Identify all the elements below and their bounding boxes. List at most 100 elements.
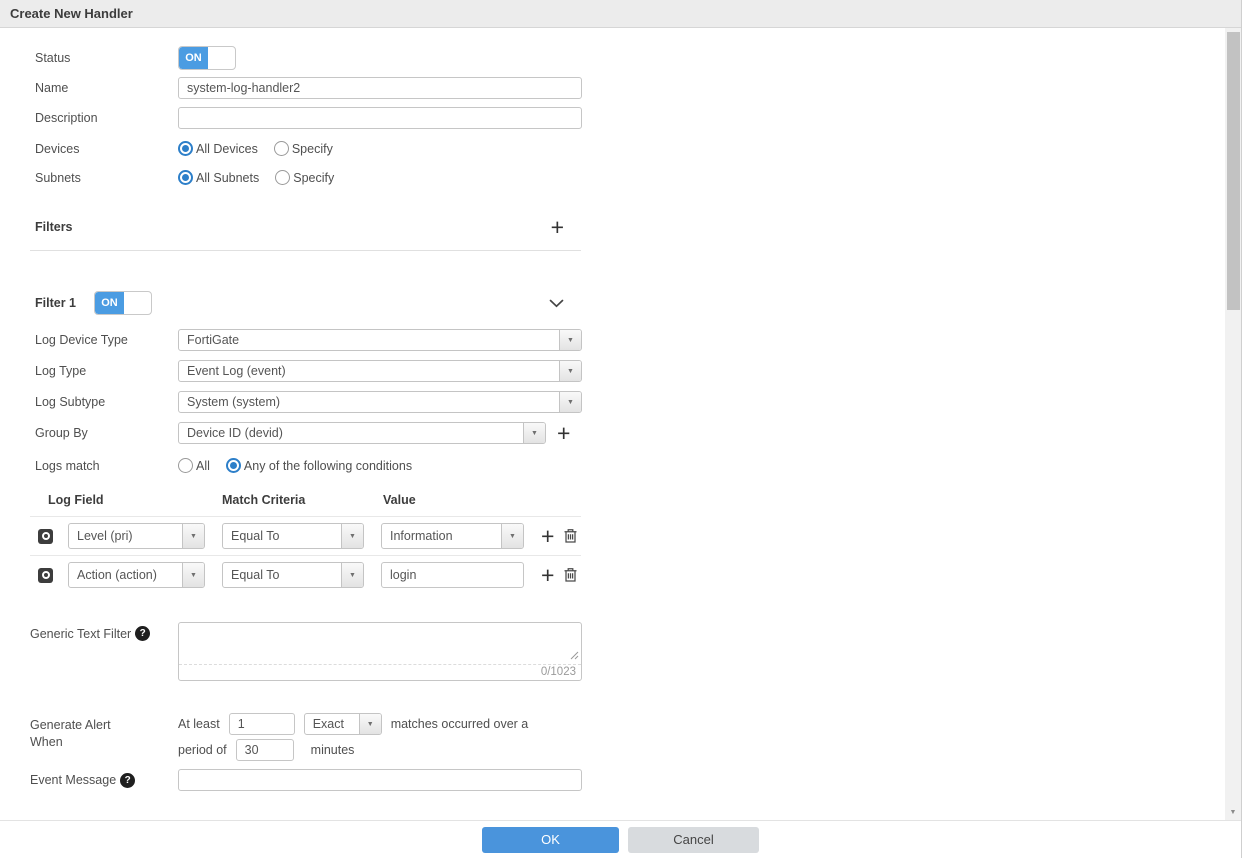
vertical-scrollbar[interactable]: ▲ ▼ bbox=[1225, 28, 1241, 820]
dropdown-arrow-icon: ▼ bbox=[559, 330, 581, 350]
name-label: Name bbox=[35, 81, 178, 95]
filters-section-header: Filters + bbox=[0, 216, 1225, 238]
condition1-log-field-value: Level (pri) bbox=[69, 524, 182, 548]
trash-icon[interactable] bbox=[563, 528, 578, 544]
dropdown-arrow-icon: ▼ bbox=[182, 524, 204, 548]
subnets-specify-label: Specify bbox=[293, 171, 334, 185]
dropdown-arrow-icon: ▼ bbox=[182, 563, 204, 587]
log-subtype-value: System (system) bbox=[179, 392, 559, 412]
name-input[interactable] bbox=[178, 77, 582, 99]
scrollbar-thumb[interactable] bbox=[1227, 32, 1240, 310]
scroll-down-icon[interactable]: ▼ bbox=[1230, 806, 1237, 818]
status-label: Status bbox=[35, 51, 178, 65]
chevron-down-icon[interactable] bbox=[549, 299, 564, 308]
add-condition-icon[interactable]: + bbox=[541, 525, 554, 547]
alert-count-input[interactable] bbox=[229, 713, 295, 735]
add-filter-icon[interactable]: + bbox=[551, 216, 564, 238]
radio-unselected-icon bbox=[274, 141, 289, 156]
value-header: Value bbox=[383, 493, 416, 507]
dropdown-arrow-icon: ▼ bbox=[341, 563, 363, 587]
subnets-label: Subnets bbox=[35, 171, 178, 185]
dropdown-arrow-icon: ▼ bbox=[501, 524, 523, 548]
alert-period-input[interactable] bbox=[236, 739, 294, 761]
group-by-select[interactable]: Device ID (devid) ▼ bbox=[178, 422, 546, 444]
devices-specify-radio[interactable]: Specify bbox=[274, 141, 333, 156]
event-message-label: Event Message bbox=[30, 773, 116, 787]
radio-selected-icon bbox=[178, 141, 193, 156]
condition2-log-field-value: Action (action) bbox=[69, 563, 182, 587]
log-device-type-select[interactable]: FortiGate ▼ bbox=[178, 329, 582, 351]
drag-handle-icon[interactable] bbox=[38, 568, 53, 583]
drag-handle-icon[interactable] bbox=[38, 529, 53, 544]
devices-row: Devices All Devices Specify bbox=[0, 141, 1225, 156]
condition1-value-select[interactable]: Information ▼ bbox=[381, 523, 524, 549]
devices-label: Devices bbox=[35, 142, 178, 156]
condition-row: Level (pri) ▼ Equal To ▼ Information ▼ + bbox=[0, 517, 1225, 555]
generic-text-filter-label: Generic Text Filter bbox=[30, 627, 131, 641]
devices-all-radio[interactable]: All Devices bbox=[178, 141, 258, 156]
add-group-by-icon[interactable]: + bbox=[557, 422, 570, 444]
radio-selected-icon bbox=[226, 458, 241, 473]
logs-match-any-radio[interactable]: Any of the following conditions bbox=[226, 458, 412, 473]
at-least-text: At least bbox=[178, 717, 220, 731]
condition2-value-input[interactable] bbox=[381, 562, 524, 588]
cancel-button[interactable]: Cancel bbox=[628, 827, 759, 853]
description-input[interactable] bbox=[178, 107, 582, 129]
status-toggle[interactable]: ON bbox=[178, 46, 236, 70]
filters-heading: Filters bbox=[35, 220, 73, 234]
condition2-log-field-select[interactable]: Action (action) ▼ bbox=[68, 562, 205, 588]
logs-match-all-radio[interactable]: All bbox=[178, 458, 210, 473]
generate-alert-row: Generate Alert When At least Exact ▼ mat… bbox=[0, 713, 1225, 761]
condition1-match-criteria-value: Equal To bbox=[223, 524, 341, 548]
radio-unselected-icon bbox=[178, 458, 193, 473]
condition1-log-field-select[interactable]: Level (pri) ▼ bbox=[68, 523, 205, 549]
generate-alert-label: Generate Alert When bbox=[30, 717, 142, 751]
group-by-value: Device ID (devid) bbox=[179, 423, 523, 443]
generic-text-filter-box: 0/1023 bbox=[178, 622, 582, 681]
logs-match-all-label: All bbox=[196, 459, 210, 473]
group-by-row: Group By Device ID (devid) ▼ + bbox=[0, 422, 1225, 444]
devices-all-label: All Devices bbox=[196, 142, 258, 156]
log-field-header: Log Field bbox=[48, 493, 222, 507]
event-message-input[interactable] bbox=[178, 769, 582, 791]
condition1-match-criteria-select[interactable]: Equal To ▼ bbox=[222, 523, 364, 549]
alert-mode-value: Exact bbox=[305, 714, 359, 734]
logs-match-label: Logs match bbox=[35, 459, 178, 473]
filter1-toggle[interactable]: ON bbox=[94, 291, 152, 315]
matches-occurred-text: matches occurred over a bbox=[391, 717, 529, 731]
dialog-content: Status ON Name Description Devices All D… bbox=[0, 28, 1225, 820]
dialog-footer: OK Cancel bbox=[0, 820, 1241, 858]
help-icon[interactable]: ? bbox=[120, 773, 135, 788]
conditions-header: Log Field Match Criteria Value bbox=[0, 493, 1225, 507]
subnets-all-label: All Subnets bbox=[196, 171, 259, 185]
dialog-titlebar: Create New Handler bbox=[0, 0, 1241, 28]
generic-text-filter-textarea[interactable] bbox=[179, 623, 581, 664]
radio-selected-icon bbox=[178, 170, 193, 185]
log-subtype-select[interactable]: System (system) ▼ bbox=[178, 391, 582, 413]
description-row: Description bbox=[0, 107, 1225, 129]
log-subtype-label: Log Subtype bbox=[35, 395, 178, 409]
devices-specify-label: Specify bbox=[292, 142, 333, 156]
ok-button[interactable]: OK bbox=[482, 827, 619, 853]
logs-match-any-label: Any of the following conditions bbox=[244, 459, 412, 473]
add-condition-icon[interactable]: + bbox=[541, 564, 554, 586]
subnets-all-radio[interactable]: All Subnets bbox=[178, 170, 259, 185]
section-divider bbox=[30, 250, 581, 251]
dropdown-arrow-icon: ▼ bbox=[523, 423, 545, 443]
logs-match-row: Logs match All Any of the following cond… bbox=[0, 458, 1225, 473]
alert-mode-select[interactable]: Exact ▼ bbox=[304, 713, 382, 735]
group-by-label: Group By bbox=[35, 426, 178, 440]
dropdown-arrow-icon: ▼ bbox=[559, 361, 581, 381]
char-counter: 0/1023 bbox=[179, 664, 581, 680]
dropdown-arrow-icon: ▼ bbox=[359, 714, 381, 734]
subnets-specify-radio[interactable]: Specify bbox=[275, 170, 334, 185]
log-device-type-value: FortiGate bbox=[179, 330, 559, 350]
trash-icon[interactable] bbox=[563, 567, 578, 583]
radio-unselected-icon bbox=[275, 170, 290, 185]
minutes-text: minutes bbox=[311, 743, 355, 757]
log-type-select[interactable]: Event Log (event) ▼ bbox=[178, 360, 582, 382]
condition1-value: Information bbox=[382, 524, 501, 548]
log-device-type-label: Log Device Type bbox=[35, 333, 178, 347]
help-icon[interactable]: ? bbox=[135, 626, 150, 641]
condition2-match-criteria-select[interactable]: Equal To ▼ bbox=[222, 562, 364, 588]
